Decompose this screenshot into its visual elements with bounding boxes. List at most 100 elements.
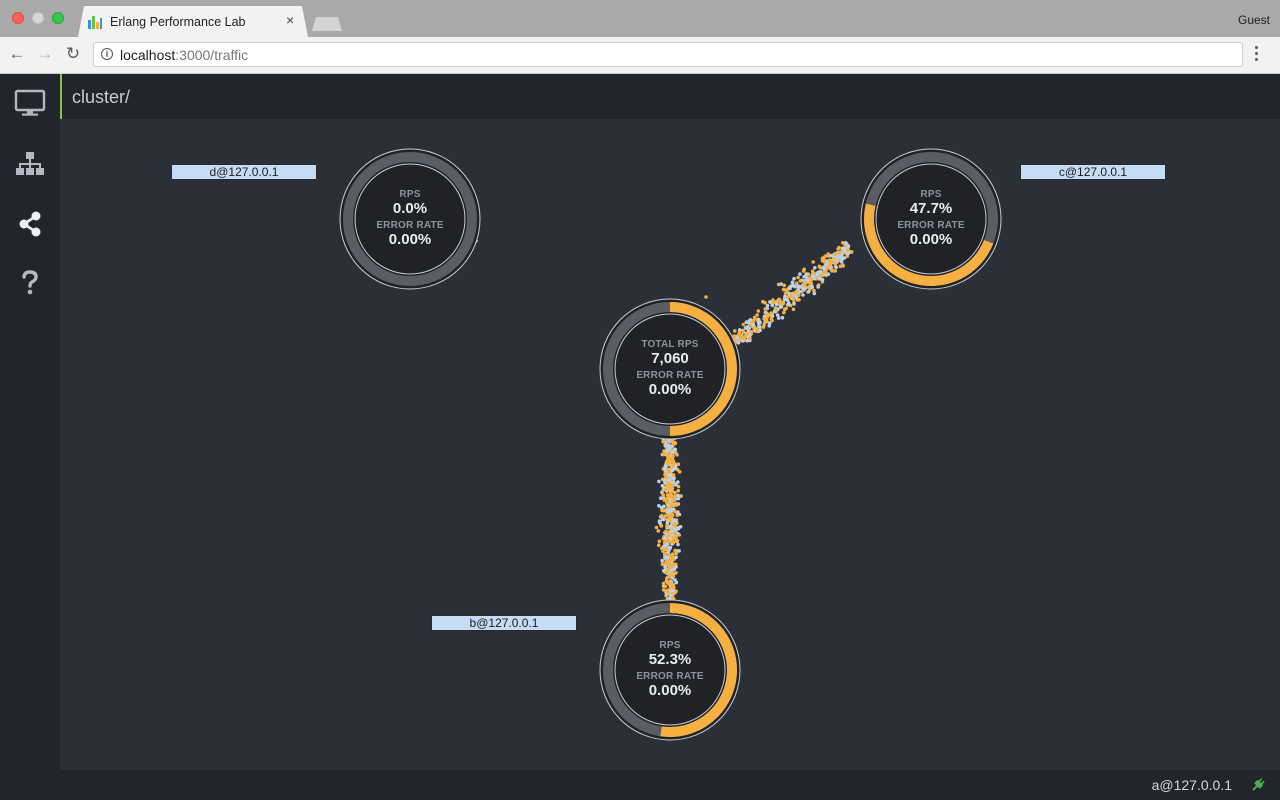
- traffic-particle: [666, 592, 671, 596]
- browser-tab[interactable]: Erlang Performance Lab ×: [78, 6, 308, 37]
- traffic-particle: [673, 522, 677, 526]
- traffic-particle: [755, 329, 759, 333]
- traffic-particle: [674, 589, 678, 593]
- traffic-particle: [671, 584, 675, 589]
- maximize-window-button[interactable]: [52, 12, 64, 24]
- traffic-particle: [678, 525, 683, 529]
- traffic-particle: [796, 293, 801, 298]
- traffic-particle: [822, 260, 827, 264]
- traffic-particle: [656, 543, 661, 547]
- traffic-particle: [676, 462, 681, 467]
- info-icon[interactable]: i: [101, 48, 113, 60]
- address-bar[interactable]: i localhost:3000/traffic: [93, 42, 1243, 67]
- traffic-particle: [778, 300, 783, 304]
- error-rate-value: 0.00%: [648, 381, 692, 398]
- profile-label[interactable]: Guest: [1238, 13, 1270, 27]
- traffic-particle: [763, 307, 768, 311]
- traffic-particle: [660, 484, 665, 488]
- traffic-particle: [803, 283, 807, 288]
- traffic-particle: [654, 525, 659, 530]
- reload-icon[interactable]: ↻: [64, 45, 82, 63]
- traffic-particle: [671, 473, 676, 477]
- traffic-particle: [755, 313, 759, 317]
- traffic-particle: [664, 486, 669, 491]
- traffic-particle: [670, 499, 674, 503]
- plug-connected-icon: [1252, 778, 1265, 791]
- traffic-particle: [756, 317, 761, 322]
- traffic-particle: [669, 553, 673, 558]
- traffic-particle: [782, 310, 786, 315]
- traffic-particle: [660, 508, 664, 513]
- sitemap-icon: [16, 152, 44, 175]
- traffic-particle: [790, 280, 795, 284]
- sidebar-item-monitor[interactable]: [0, 80, 60, 126]
- monitor-icon: [14, 89, 46, 116]
- traffic-particle: [663, 543, 668, 548]
- back-arrow-icon[interactable]: ←: [8, 45, 26, 63]
- traffic-particle: [657, 504, 661, 508]
- sidebar-item-traffic[interactable]: [0, 201, 60, 247]
- traffic-particle: [799, 285, 804, 290]
- traffic-particle: [839, 260, 844, 264]
- traffic-particle: [822, 266, 827, 271]
- traffic-particle: [773, 307, 778, 311]
- sidebar-item-help[interactable]: [0, 260, 60, 306]
- traffic-particle: [763, 320, 767, 324]
- help-icon: [22, 270, 38, 295]
- traffic-particle: [733, 329, 737, 333]
- traffic-particle: [673, 448, 677, 452]
- traffic-particle: [741, 328, 745, 333]
- traffic-particle: [668, 494, 672, 498]
- close-icon[interactable]: ×: [286, 12, 294, 28]
- close-window-button[interactable]: [12, 12, 24, 24]
- traffic-particle: [739, 336, 743, 340]
- traffic-particle: [830, 268, 835, 272]
- traffic-particle: [821, 271, 826, 275]
- sidebar-item-sitemap[interactable]: [0, 141, 60, 187]
- traffic-particle: [661, 439, 665, 444]
- traffic-particle: [665, 562, 669, 566]
- url-text[interactable]: localhost:3000/traffic: [120, 47, 248, 63]
- tab-title: Erlang Performance Lab: [110, 15, 246, 29]
- breadcrumb[interactable]: cluster/: [72, 87, 130, 108]
- traffic-particle: [801, 269, 806, 273]
- traffic-particle: [767, 324, 771, 328]
- traffic-particle: [670, 468, 675, 473]
- traffic-particle: [670, 457, 674, 462]
- forward-arrow-icon[interactable]: →: [36, 45, 54, 63]
- traffic-particle: [658, 520, 662, 524]
- traffic-particle: [667, 478, 672, 482]
- traffic-particle: [776, 316, 781, 320]
- traffic-particle: [673, 465, 678, 470]
- traffic-particle: [736, 333, 741, 337]
- traffic-particle: [836, 247, 840, 251]
- traffic-particle: [661, 492, 665, 497]
- breadcrumb-bar: cluster/: [60, 74, 1280, 119]
- traffic-particle: [838, 264, 843, 269]
- new-tab-button[interactable]: [312, 17, 342, 31]
- traffic-particle: [665, 500, 669, 505]
- traffic-particle: [665, 576, 669, 580]
- traffic-particle: [673, 509, 677, 514]
- traffic-particle: [670, 570, 675, 575]
- traffic-particle: [748, 318, 753, 322]
- node-b-stats: RPS 52.3% ERROR RATE 0.00%: [610, 640, 730, 699]
- traffic-particle: [818, 265, 822, 270]
- traffic-particle: [776, 282, 781, 287]
- traffic-canvas: d@127.0.0.1 c@127.0.0.1 b@127.0.0.1 RPS …: [60, 119, 1280, 770]
- rps-label: RPS: [399, 189, 421, 200]
- traffic-particle: [793, 290, 797, 295]
- traffic-particle: [797, 290, 802, 294]
- current-node: a@127.0.0.1: [1151, 777, 1232, 793]
- minimize-window-button[interactable]: [32, 12, 44, 24]
- traffic-particle: [845, 248, 850, 252]
- traffic-particle: [671, 483, 675, 488]
- status-bar: a@127.0.0.1: [0, 770, 1280, 800]
- traffic-particle: [670, 489, 674, 494]
- browser-menu-icon[interactable]: [1255, 46, 1259, 62]
- traffic-particle: [829, 253, 834, 258]
- traffic-particle: [663, 478, 667, 483]
- sidebar: [0, 74, 60, 770]
- error-rate-value: 0.00%: [909, 231, 953, 248]
- traffic-particle: [670, 512, 675, 517]
